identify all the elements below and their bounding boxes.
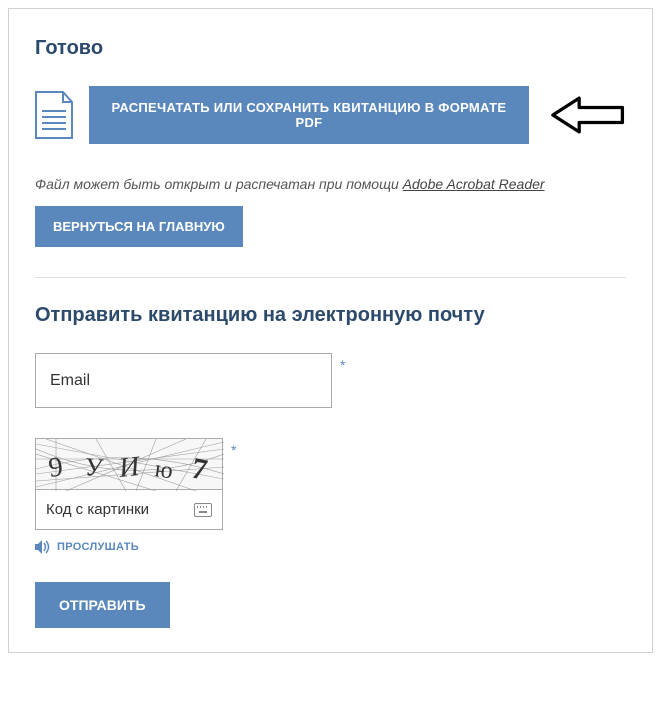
help-text-prefix: Файл может быть открыт и распечатан при … [35, 176, 403, 192]
print-pdf-button[interactable]: РАСПЕЧАТАТЬ ИЛИ СОХРАНИТЬ КВИТАНЦИЮ В ФО… [89, 86, 529, 144]
document-icon [35, 91, 73, 139]
send-heading: Отправить квитанцию на электронную почту [35, 304, 626, 327]
help-text: Файл может быть открыт и распечатан при … [35, 176, 626, 192]
required-mark: * [231, 442, 236, 458]
svg-text:ю: ю [153, 456, 174, 484]
arrow-left-icon [551, 93, 626, 137]
svg-text:У: У [83, 452, 104, 483]
divider [35, 277, 626, 278]
email-field[interactable] [35, 353, 332, 408]
speaker-icon [35, 540, 51, 554]
keyboard-icon[interactable] [194, 503, 212, 517]
captcha-image: 9 У И ю 7 [35, 438, 223, 490]
listen-button[interactable]: ПРОСЛУШАТЬ [35, 540, 626, 554]
acrobat-reader-link[interactable]: Adobe Acrobat Reader [403, 176, 545, 192]
email-field-row: * [35, 353, 626, 408]
svg-text:9: 9 [47, 451, 65, 484]
receipt-panel: Готово РАСПЕЧАТАТЬ ИЛИ СОХРАНИТЬ КВИТАНЦ… [8, 8, 653, 653]
captcha-image-row: 9 У И ю 7 * [35, 438, 626, 490]
listen-label: ПРОСЛУШАТЬ [57, 541, 139, 553]
svg-text:И: И [116, 451, 142, 484]
captcha-input-wrap [35, 490, 223, 530]
svg-text:7: 7 [189, 452, 211, 487]
submit-button[interactable]: ОТПРАВИТЬ [35, 582, 170, 628]
ready-heading: Готово [35, 37, 626, 60]
captcha-block: 9 У И ю 7 * [35, 438, 626, 530]
captcha-input[interactable] [46, 501, 186, 518]
required-mark: * [340, 357, 345, 373]
print-row: РАСПЕЧАТАТЬ ИЛИ СОХРАНИТЬ КВИТАНЦИЮ В ФО… [35, 86, 626, 144]
back-home-button[interactable]: ВЕРНУТЬСЯ НА ГЛАВНУЮ [35, 206, 243, 247]
